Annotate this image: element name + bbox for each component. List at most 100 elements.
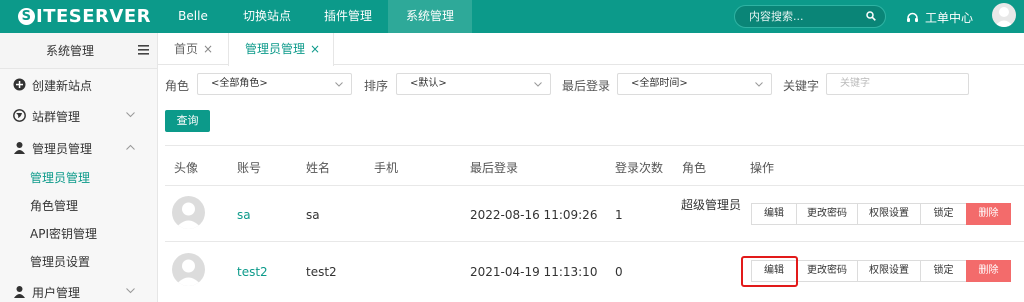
nav-item-plugin-management[interactable]: 插件管理 [308, 0, 388, 33]
table-top-divider [165, 145, 1024, 146]
account-link[interactable]: sa [237, 208, 251, 222]
login-count-cell: 1 [615, 208, 623, 222]
role-select[interactable]: <全部角色> [197, 73, 352, 95]
last-login-filter-label: 最后登录 [562, 79, 611, 93]
user-avatar[interactable] [992, 3, 1016, 27]
user-icon [14, 286, 25, 298]
login-count-cell: 0 [615, 265, 623, 279]
edit-button[interactable]: 编辑 [751, 203, 797, 225]
sidebar-subitem-label: API密钥管理 [30, 227, 97, 241]
name-cell: test2 [306, 265, 337, 279]
sort-filter-label: 排序 [364, 79, 389, 93]
keyword-placeholder: 关键字 [840, 78, 870, 89]
change-password-button[interactable]: 更改密码 [796, 203, 858, 225]
chevron-down-icon [755, 82, 763, 87]
account-link[interactable]: test2 [237, 265, 268, 279]
sidebar-subitem-role-management[interactable]: 角色管理 [0, 192, 157, 220]
siteserver-logo[interactable]: S ITESERVER [18, 5, 151, 27]
sidebar-item-site-group[interactable]: 站群管理 [0, 102, 157, 130]
logo-text: ITESERVER [36, 5, 151, 27]
column-header-role: 角色 [682, 161, 707, 175]
close-icon[interactable]: × [310, 33, 320, 65]
delete-button[interactable]: 删除 [966, 260, 1011, 282]
column-header-name: 姓名 [306, 161, 331, 175]
sidebar: 系统管理 创建新站点 站群管理 管理员管理 管理员管理 角色管理 API密钥管理… [0, 33, 158, 302]
role-select-value: <全部角色> [211, 78, 268, 89]
lock-button[interactable]: 锁定 [920, 203, 967, 225]
nav-item-switch-site[interactable]: 切换站点 [226, 0, 308, 33]
avatar [172, 196, 205, 229]
user-icon [14, 142, 25, 154]
column-header-login-count: 登录次数 [615, 161, 664, 175]
menu-toggle-icon[interactable] [138, 45, 149, 55]
sidebar-header: 系统管理 [0, 33, 157, 69]
user-avatar-icon [175, 259, 202, 286]
role-filter-label: 角色 [165, 79, 190, 93]
top-bar: S ITESERVER Belle 切换站点 插件管理 系统管理 内容搜索... … [0, 0, 1024, 33]
edit-button-highlight [741, 256, 798, 287]
plus-circle-icon [13, 78, 26, 91]
ticket-center-link[interactable]: 工单中心 [906, 9, 973, 25]
user-avatar-icon [175, 202, 202, 229]
keyword-filter-label: 关键字 [783, 79, 820, 93]
search-input[interactable]: 内容搜索... [734, 5, 886, 28]
last-login-cell: 2022-08-16 11:09:26 [470, 208, 598, 222]
chevron-down-icon [335, 82, 343, 87]
tab-label: 首页 [174, 42, 199, 56]
globe-icon [13, 109, 26, 122]
row-divider [165, 241, 1024, 242]
search-placeholder: 内容搜索... [749, 10, 804, 23]
name-cell: sa [306, 208, 320, 222]
sidebar-item-label: 管理员管理 [32, 141, 93, 156]
table-header-divider [165, 185, 1024, 186]
query-button[interactable]: 查询 [165, 110, 210, 132]
change-password-button[interactable]: 更改密码 [796, 260, 858, 282]
sidebar-item-label: 站群管理 [32, 109, 81, 124]
permission-settings-button[interactable]: 权限设置 [857, 260, 921, 282]
keyword-input[interactable]: 关键字 [826, 73, 969, 95]
tab-bar: 首页 × 管理员管理 × [158, 33, 1024, 66]
tab-home[interactable]: 首页 × [174, 33, 213, 65]
lock-button[interactable]: 锁定 [920, 260, 967, 282]
last-login-select-value: <全部时间> [631, 78, 688, 89]
sidebar-subitem-label: 角色管理 [30, 199, 79, 213]
close-icon[interactable]: × [203, 33, 213, 65]
column-header-account: 账号 [237, 161, 262, 175]
nav-item-system-management[interactable]: 系统管理 [388, 0, 472, 33]
last-login-select[interactable]: <全部时间> [617, 73, 772, 95]
search-icon[interactable] [866, 11, 876, 21]
sort-select-value: <默认> [410, 78, 447, 89]
column-header-actions: 操作 [750, 161, 775, 175]
sidebar-item-user-management[interactable]: 用户管理 [0, 278, 157, 302]
tab-label: 管理员管理 [245, 42, 306, 56]
chevron-down-icon [126, 288, 135, 294]
delete-button[interactable]: 删除 [966, 203, 1011, 225]
column-header-phone: 手机 [374, 161, 399, 175]
sidebar-subitem-label: 管理员设置 [30, 255, 91, 269]
ticket-center-label: 工单中心 [925, 10, 974, 25]
sidebar-subitem-admin-settings[interactable]: 管理员设置 [0, 248, 157, 276]
chevron-down-icon [534, 82, 542, 87]
last-login-cell: 2021-04-19 11:13:10 [470, 265, 598, 279]
sort-select[interactable]: <默认> [396, 73, 551, 95]
tab-admin-management[interactable]: 管理员管理 × [228, 33, 334, 66]
headset-icon [907, 12, 918, 22]
user-avatar-icon [994, 7, 1014, 27]
chevron-down-icon [126, 112, 135, 118]
column-header-last-login: 最后登录 [470, 161, 519, 175]
column-header-avatar: 头像 [174, 161, 199, 175]
chevron-up-icon [126, 144, 135, 150]
logo-letter: S [18, 7, 35, 25]
sidebar-item-label: 创建新站点 [32, 78, 93, 93]
sidebar-subitem-api-key-management[interactable]: API密钥管理 [0, 220, 157, 248]
sidebar-subitem-label: 管理员管理 [30, 171, 91, 185]
permission-settings-button[interactable]: 权限设置 [857, 203, 921, 225]
sidebar-item-create-site[interactable]: 创建新站点 [0, 71, 157, 99]
role-cell: 超级管理员 [681, 198, 742, 212]
sidebar-subitem-admin-management[interactable]: 管理员管理 [0, 164, 157, 192]
sidebar-title: 系统管理 [45, 44, 94, 58]
top-nav: Belle 切换站点 插件管理 系统管理 [160, 0, 472, 33]
nav-item-belle[interactable]: Belle [160, 0, 226, 33]
sidebar-item-admin-management[interactable]: 管理员管理 [0, 134, 157, 162]
avatar [172, 253, 205, 286]
